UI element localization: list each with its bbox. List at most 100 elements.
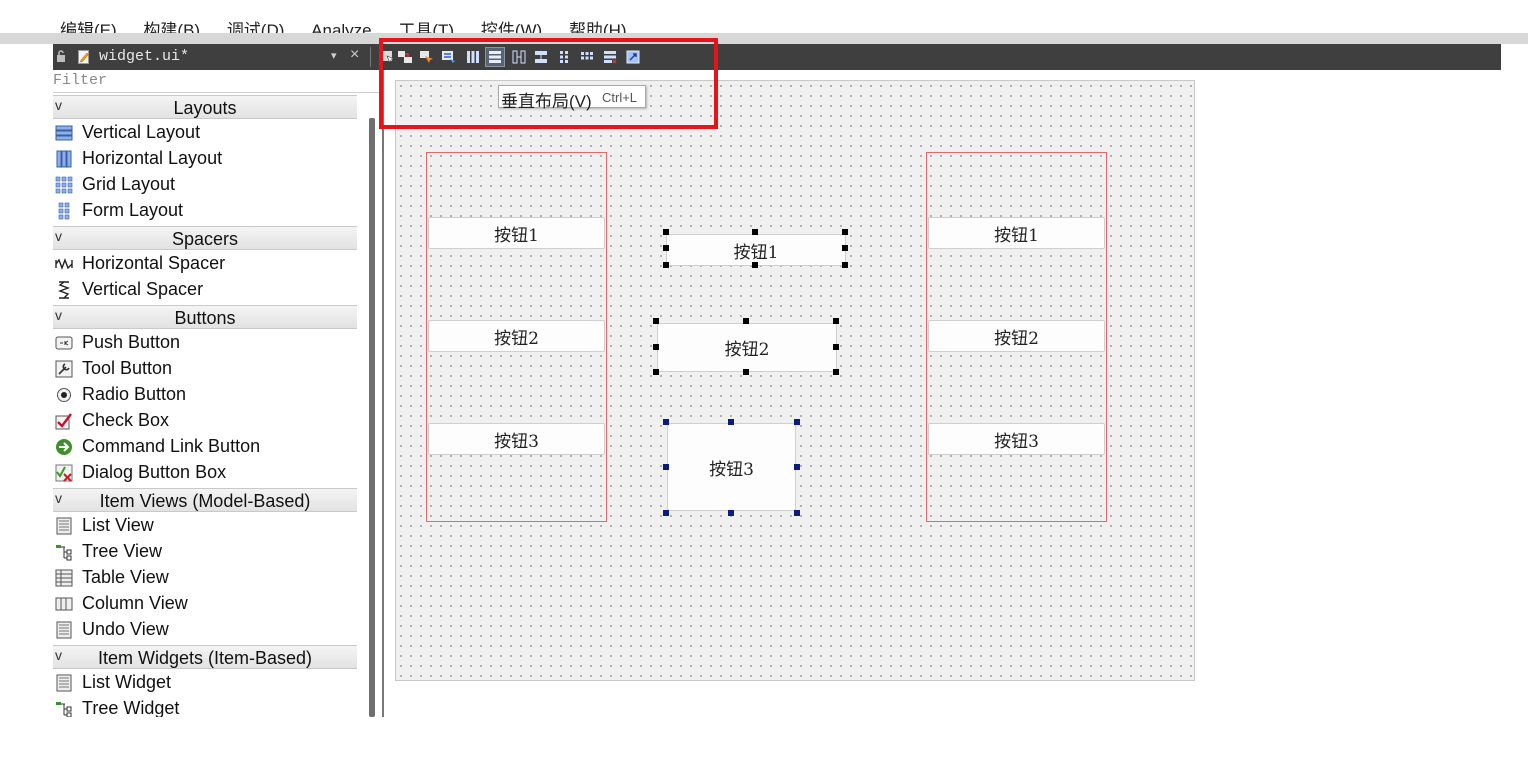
table-view-icon (55, 569, 73, 587)
left-button-3[interactable]: 按钮3 (428, 423, 605, 455)
widget-radio-button[interactable]: Radio Button (53, 382, 357, 408)
widget-vertical-layout[interactable]: Vertical Layout (53, 120, 357, 146)
widget-label: Horizontal Spacer (82, 253, 226, 273)
middle-button-2[interactable]: 按钮2 (657, 323, 837, 372)
widget-check-box[interactable]: Check Box (53, 408, 357, 434)
widget-list-widget[interactable]: List Widget (53, 670, 357, 696)
widget-box-scrollbar[interactable] (369, 118, 375, 717)
selection-handle[interactable] (743, 369, 749, 375)
undo-view-icon (56, 621, 72, 639)
close-icon[interactable]: × (350, 46, 359, 64)
selection-handle[interactable] (842, 245, 848, 251)
selection-handle[interactable] (743, 318, 749, 324)
widget-label: Tool Button (82, 358, 173, 378)
category-title: Spacers (171, 229, 239, 249)
tree-view-icon (56, 545, 72, 561)
widget-label: Vertical Layout (82, 122, 201, 142)
widget-command-link-button[interactable]: Command Link Button (53, 434, 357, 460)
push-button-icon (55, 336, 73, 350)
filter-placeholder: Filter (53, 72, 108, 89)
grid-layout-icon (55, 176, 73, 194)
selection-handle[interactable] (794, 419, 800, 425)
selection-handle[interactable] (663, 229, 669, 235)
category-title: Buttons (174, 308, 236, 328)
document-tab-title[interactable]: widget.ui* (99, 48, 189, 65)
widget-vertical-spacer[interactable]: Vertical Spacer (53, 277, 357, 303)
widget-horizontal-spacer[interactable]: Horizontal Spacer (53, 251, 357, 277)
selection-handle[interactable] (653, 369, 659, 375)
selection-handle[interactable] (653, 318, 659, 324)
right-button-1[interactable]: 按钮1 (928, 217, 1105, 249)
category-spacers[interactable]: v Spacers (53, 226, 357, 250)
selection-handle[interactable] (833, 344, 839, 350)
widget-dialog-button-box[interactable]: Dialog Button Box (53, 460, 357, 486)
left-button-1[interactable]: 按钮1 (428, 217, 605, 249)
category-layouts[interactable]: v Layouts (53, 95, 357, 119)
document-edit-icon (78, 50, 89, 64)
category-buttons[interactable]: v Buttons (53, 305, 357, 329)
widget-form-layout[interactable]: Form Layout (53, 198, 357, 224)
selection-handle[interactable] (663, 419, 669, 425)
category-title: Item Widgets (Item-Based) (97, 648, 313, 668)
widget-label: Table View (82, 567, 169, 587)
selection-handle[interactable] (794, 510, 800, 516)
widget-table-view[interactable]: Table View (53, 565, 357, 591)
widget-tree-view[interactable]: Tree View (53, 539, 357, 565)
widget-label: Form Layout (82, 200, 184, 220)
tool-button-icon (55, 360, 73, 378)
splitter-handle[interactable] (382, 70, 384, 717)
right-button-2[interactable]: 按钮2 (928, 320, 1105, 352)
widget-label: Tree Widget (82, 698, 180, 717)
widget-filter-input[interactable]: Filter (53, 70, 379, 93)
separator (370, 47, 371, 67)
selection-handle[interactable] (663, 245, 669, 251)
middle-button-3[interactable]: 按钮3 (667, 423, 796, 511)
widget-list-view[interactable]: List View (53, 513, 357, 539)
selection-handle[interactable] (728, 510, 734, 516)
widget-label: Grid Layout (82, 174, 176, 194)
list-widget-icon (56, 674, 72, 692)
widget-column-view[interactable]: Column View (53, 591, 357, 617)
category-item-widgets[interactable]: v Item Widgets (Item-Based) (53, 645, 357, 669)
form-canvas[interactable]: 按钮1 按钮2 按钮3 按钮1 按钮2 按钮3 按钮1 按钮2 按钮3 (395, 80, 1195, 681)
selection-handle[interactable] (663, 464, 669, 470)
vertical-layout-icon (55, 125, 73, 141)
horizontal-layout-icon (56, 150, 72, 168)
tab-dropdown-icon[interactable]: ▾ (331, 49, 337, 62)
selection-handle[interactable] (752, 229, 758, 235)
widget-label: Undo View (82, 619, 169, 639)
selection-handle[interactable] (794, 464, 800, 470)
lock-icon[interactable] (56, 50, 66, 62)
widget-push-button[interactable]: Push Button (53, 330, 357, 356)
widget-label: Check Box (82, 410, 170, 430)
right-button-3[interactable]: 按钮3 (928, 423, 1105, 455)
form-layout-icon (58, 202, 70, 220)
selection-handle[interactable] (728, 419, 734, 425)
selection-handle[interactable] (842, 229, 848, 235)
widget-box: v Layouts Vertical Layout Horizontal Lay… (53, 93, 357, 717)
widget-label: Radio Button (82, 384, 187, 404)
selection-handle[interactable] (653, 344, 659, 350)
widget-label: Dialog Button Box (82, 462, 227, 482)
selection-handle[interactable] (663, 262, 669, 268)
command-link-icon (56, 439, 72, 455)
widget-label: Push Button (82, 332, 181, 352)
widget-tool-button[interactable]: Tool Button (53, 356, 357, 382)
widget-grid-layout[interactable]: Grid Layout (53, 172, 357, 198)
category-title: Item Views (Model-Based) (99, 491, 311, 511)
selection-handle[interactable] (842, 262, 848, 268)
widget-tree-widget[interactable]: Tree Widget (53, 696, 357, 717)
selection-handle[interactable] (663, 510, 669, 516)
widget-undo-view[interactable]: Undo View (53, 617, 357, 643)
selection-handle[interactable] (833, 369, 839, 375)
widget-label: Column View (82, 593, 188, 613)
vertical-spacer-icon (58, 281, 70, 299)
radio-button-icon (57, 388, 71, 402)
highlight-annotation (379, 38, 718, 129)
dialog-button-box-icon (55, 464, 73, 482)
selection-handle[interactable] (833, 318, 839, 324)
left-button-2[interactable]: 按钮2 (428, 320, 605, 352)
selection-handle[interactable] (752, 262, 758, 268)
category-item-views[interactable]: v Item Views (Model-Based) (53, 488, 357, 512)
widget-horizontal-layout[interactable]: Horizontal Layout (53, 146, 357, 172)
